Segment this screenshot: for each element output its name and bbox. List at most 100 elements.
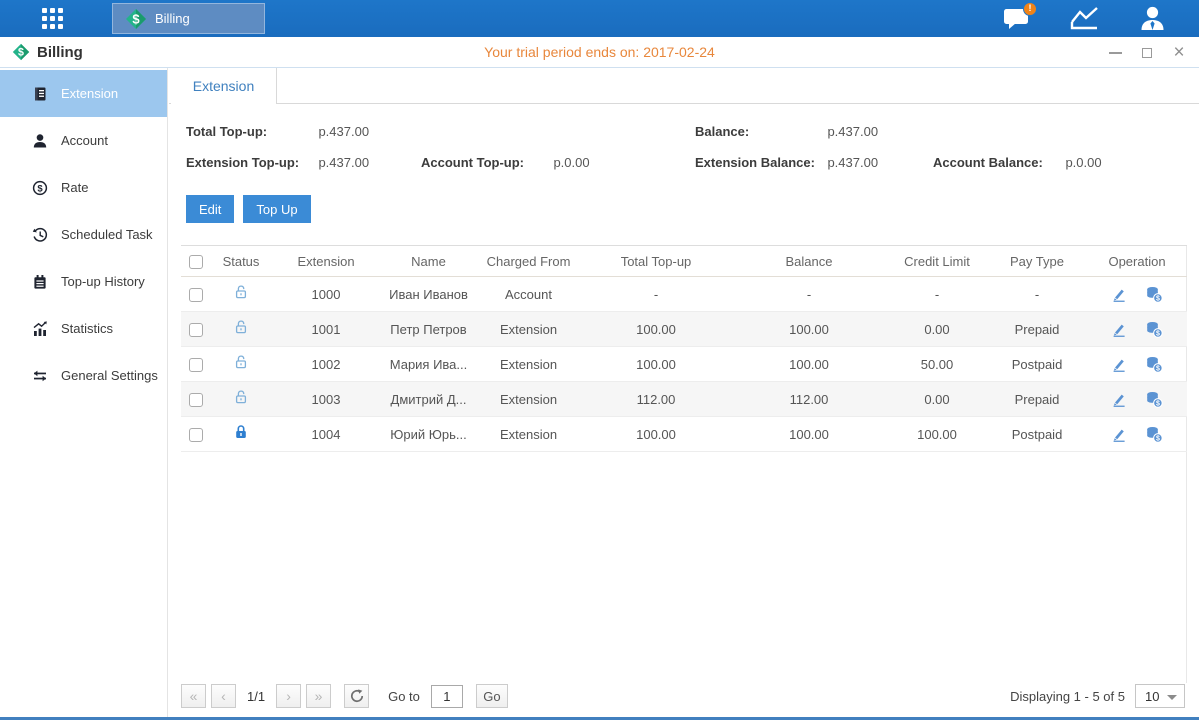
taskbar-billing-button[interactable]: $ Billing xyxy=(112,3,265,34)
close-button[interactable]: × xyxy=(1171,45,1187,61)
go-button[interactable]: Go xyxy=(476,684,508,708)
top-up-row-icon[interactable]: $ xyxy=(1145,321,1163,338)
last-page-button[interactable]: » xyxy=(306,684,331,708)
sidebar-item-label: General Settings xyxy=(61,368,158,383)
credit-limit-cell: 100.00 xyxy=(887,417,987,452)
first-page-button[interactable]: « xyxy=(181,684,206,708)
account-balance-field: Account Balance: p.0.00 xyxy=(933,154,1189,172)
total-topup-cell: 100.00 xyxy=(581,347,731,382)
svg-text:$: $ xyxy=(37,183,43,194)
status-cell xyxy=(211,417,271,452)
total-topup-cell: 100.00 xyxy=(581,312,731,347)
sidebar-item-statistics[interactable]: Statistics xyxy=(0,305,167,352)
pay-type-cell: Postpaid xyxy=(987,417,1087,452)
extension-balance-label: Extension Balance: xyxy=(695,155,823,170)
total-topup-label: Total Top-up: xyxy=(186,124,314,139)
col-status[interactable]: Status xyxy=(211,246,271,277)
prev-page-button[interactable]: ‹ xyxy=(211,684,236,708)
refresh-button[interactable] xyxy=(344,684,369,708)
extension-balance-field: Extension Balance: p.437.00 xyxy=(695,154,933,172)
table-row[interactable]: 1000 Иван Иванов Account - - - - $ xyxy=(181,277,1187,312)
goto-page-input[interactable] xyxy=(431,685,463,708)
billing-diamond-icon: $ xyxy=(125,8,147,30)
extension-cell: 1004 xyxy=(271,417,381,452)
table-row[interactable]: 1003 Дмитрий Д... Extension 112.00 112.0… xyxy=(181,382,1187,417)
window-titlebar: $ Billing Your trial period ends on: 201… xyxy=(0,37,1199,68)
row-checkbox[interactable] xyxy=(189,323,203,337)
sidebar-item-label: Extension xyxy=(61,86,118,101)
scheduled-task-icon xyxy=(31,226,48,243)
col-balance[interactable]: Balance xyxy=(731,246,887,277)
table-row[interactable]: 1004 Юрий Юрь... Extension 100.00 100.00… xyxy=(181,417,1187,452)
top-up-row-icon[interactable]: $ xyxy=(1145,356,1163,373)
row-checkbox[interactable] xyxy=(189,393,203,407)
credit-limit-cell: 0.00 xyxy=(887,312,987,347)
select-all-checkbox[interactable] xyxy=(189,255,203,269)
top-up-row-icon[interactable]: $ xyxy=(1145,426,1163,443)
edit-row-icon[interactable] xyxy=(1111,391,1127,407)
account-topup-value: p.0.00 xyxy=(553,155,589,170)
sidebar-item-scheduled-task[interactable]: Scheduled Task xyxy=(0,211,167,258)
sidebar-item-extension[interactable]: Extension xyxy=(0,70,167,117)
unlocked-icon xyxy=(233,319,249,336)
charged-from-cell: Extension xyxy=(476,312,581,347)
name-cell: Мария Ива... xyxy=(381,347,476,382)
col-charged-from[interactable]: Charged From xyxy=(476,246,581,277)
sidebar-item-topup-history[interactable]: Top-up History xyxy=(0,258,167,305)
unlocked-icon xyxy=(233,389,249,406)
next-page-button[interactable]: › xyxy=(276,684,301,708)
notifications-button[interactable]: ! xyxy=(999,4,1033,34)
minimize-button[interactable] xyxy=(1107,45,1123,61)
user-icon xyxy=(1139,5,1166,32)
reports-button[interactable] xyxy=(1067,4,1101,34)
sidebar-item-general-settings[interactable]: General Settings xyxy=(0,352,167,399)
top-up-row-icon[interactable]: $ xyxy=(1145,391,1163,408)
edit-row-icon[interactable] xyxy=(1111,286,1127,302)
table-row[interactable]: 1001 Петр Петров Extension 100.00 100.00… xyxy=(181,312,1187,347)
edit-button[interactable]: Edit xyxy=(186,195,234,223)
row-checkbox[interactable] xyxy=(189,428,203,442)
balance-field: Balance: p.437.00 xyxy=(695,123,933,141)
name-cell: Петр Петров xyxy=(381,312,476,347)
row-checkbox[interactable] xyxy=(189,358,203,372)
user-account-button[interactable] xyxy=(1135,4,1169,34)
edit-row-icon[interactable] xyxy=(1111,356,1127,372)
balance-value: p.437.00 xyxy=(827,124,878,139)
locked-icon xyxy=(233,424,249,441)
tab-extension[interactable]: Extension xyxy=(171,68,277,104)
total-topup-cell: 100.00 xyxy=(581,417,731,452)
unlocked-icon xyxy=(233,354,249,371)
page-size-select[interactable]: 10 xyxy=(1135,684,1185,708)
top-up-row-icon[interactable]: $ xyxy=(1145,286,1163,303)
total-topup-cell: 112.00 xyxy=(581,382,731,417)
extension-balance-value: p.437.00 xyxy=(827,155,878,170)
sidebar-item-account[interactable]: Account xyxy=(0,117,167,164)
col-name[interactable]: Name xyxy=(381,246,476,277)
top-up-button[interactable]: Top Up xyxy=(243,195,310,223)
total-topup-field: Total Top-up: p.437.00 xyxy=(186,123,421,141)
maximize-button[interactable] xyxy=(1139,45,1155,61)
app-launcher-button[interactable] xyxy=(0,0,104,37)
app-grid-icon xyxy=(42,8,63,29)
goto-label: Go to xyxy=(388,689,420,704)
col-total-topup[interactable]: Total Top-up xyxy=(581,246,731,277)
edit-row-icon[interactable] xyxy=(1111,321,1127,337)
charged-from-cell: Account xyxy=(476,277,581,312)
col-pay-type[interactable]: Pay Type xyxy=(987,246,1087,277)
balance-cell: 100.00 xyxy=(731,312,887,347)
table-row[interactable]: 1002 Мария Ива... Extension 100.00 100.0… xyxy=(181,347,1187,382)
extension-topup-value: p.437.00 xyxy=(318,155,369,170)
row-checkbox[interactable] xyxy=(189,288,203,302)
page-indicator: 1/1 xyxy=(247,689,265,704)
col-credit-limit[interactable]: Credit Limit xyxy=(887,246,987,277)
sidebar-item-rate[interactable]: $ Rate xyxy=(0,164,167,211)
account-topup-label: Account Top-up: xyxy=(421,155,549,170)
displaying-text: Displaying 1 - 5 of 5 xyxy=(1010,689,1125,704)
table-header-row: Status Extension Name Charged From Total… xyxy=(181,246,1187,277)
pay-type-cell: - xyxy=(987,277,1087,312)
account-balance-value: p.0.00 xyxy=(1065,155,1101,170)
col-extension[interactable]: Extension xyxy=(271,246,381,277)
unlocked-icon xyxy=(233,284,249,301)
edit-row-icon[interactable] xyxy=(1111,426,1127,442)
col-operation: Operation xyxy=(1087,246,1187,277)
